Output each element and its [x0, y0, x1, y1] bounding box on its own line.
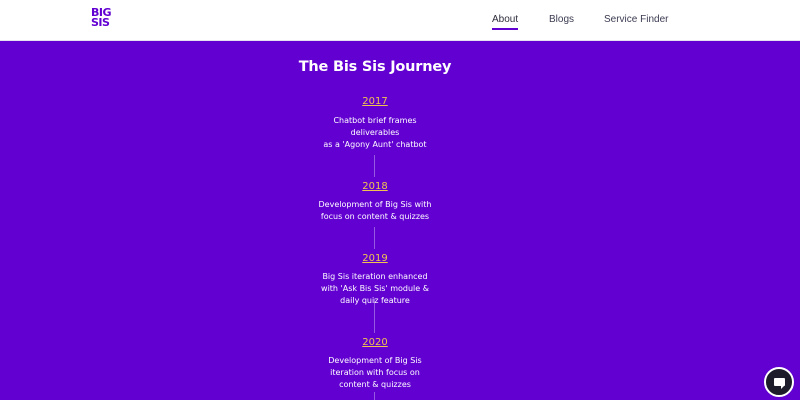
nav-blogs[interactable]: Blogs — [549, 14, 574, 25]
active-tab-underline — [492, 28, 519, 30]
timeline-description-2020: Development of Big Sis iteration with fo… — [328, 356, 422, 389]
timeline-connector — [374, 227, 375, 249]
page-title: The Bis Sis Journey — [298, 59, 452, 75]
chat-bubble-tail — [781, 385, 785, 389]
timeline-description-2019: Big Sis iteration enhanced with 'Ask Bis… — [321, 272, 429, 305]
timeline-year-2019[interactable]: 2019 — [325, 253, 425, 264]
timeline-description-2018: Development of Big Sis with focus on con… — [318, 200, 432, 221]
timeline-year-2018[interactable]: 2018 — [325, 181, 425, 192]
timeline-description-2017: Chatbot brief frames deliverables as a '… — [323, 116, 427, 149]
nav-service-finder-label: Service Finder — [604, 14, 669, 25]
big-sis-logo[interactable]: BIG SIS — [91, 7, 115, 29]
top-navigation-bar: BIG SIS About Blogs Service Finder — [0, 0, 800, 41]
logo-line-2: SIS — [91, 16, 110, 29]
nav-about[interactable]: About — [492, 14, 519, 30]
nav-service-finder[interactable]: Service Finder — [604, 14, 668, 25]
chat-widget-button[interactable] — [764, 367, 794, 397]
timeline-year-2017[interactable]: 2017 — [325, 96, 425, 107]
timeline-connector — [374, 155, 375, 177]
timeline-connector — [374, 392, 375, 400]
nav-blogs-label: Blogs — [549, 14, 575, 25]
timeline-year-2020[interactable]: 2020 — [325, 337, 425, 348]
nav-about-label: About — [492, 14, 519, 25]
